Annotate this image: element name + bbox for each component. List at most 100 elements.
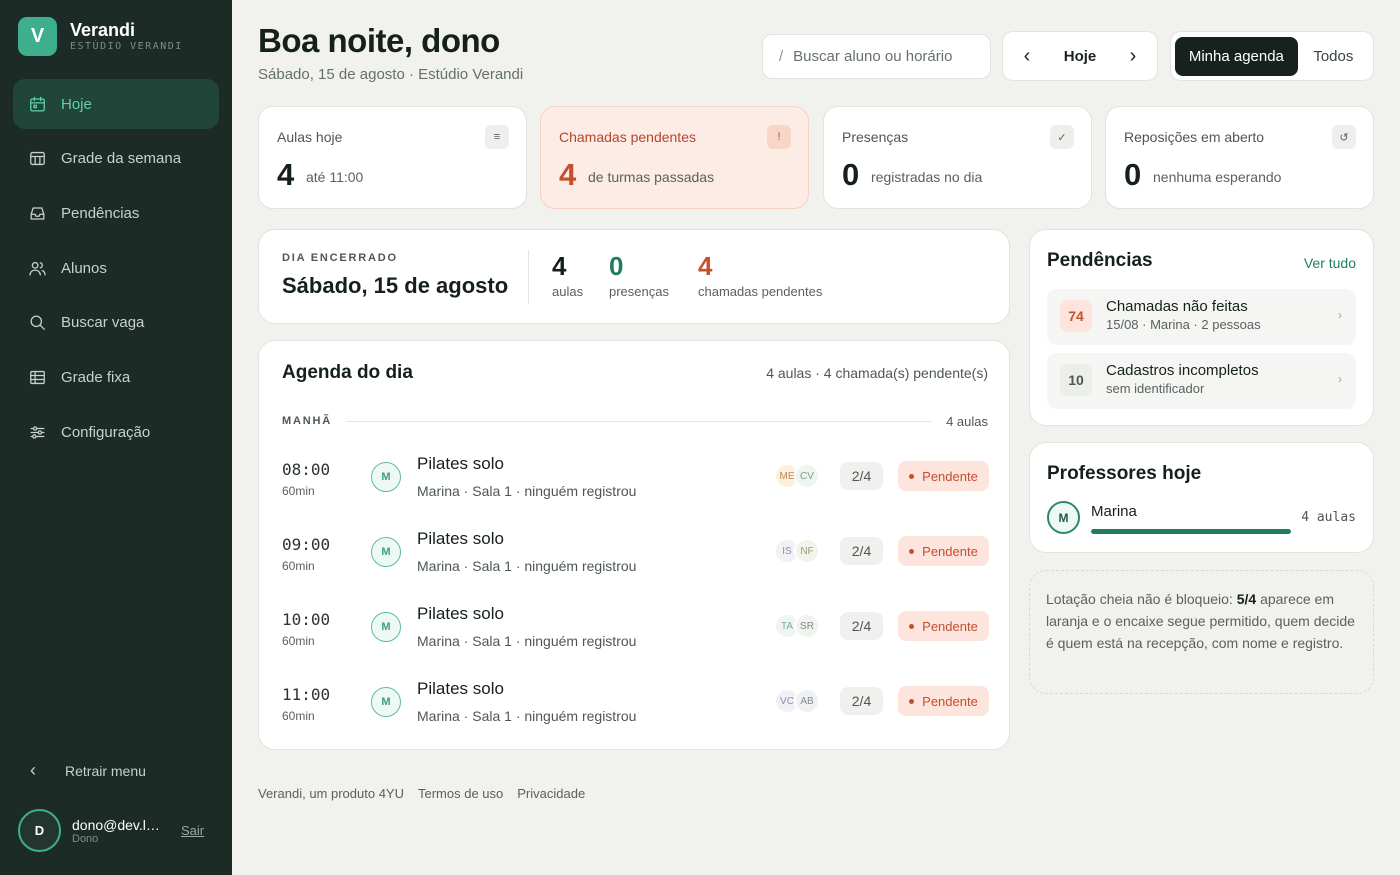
stat-label: Reposições em aberto xyxy=(1124,129,1265,145)
slot-duration: 60min xyxy=(282,484,315,498)
sidebar-item-alunos[interactable]: Alunos xyxy=(13,243,219,293)
period-label: MANHÃ xyxy=(282,415,332,427)
agenda-slot[interactable]: 08:00 60min M Pilates solo Marina · Sala… xyxy=(282,454,989,512)
stat-card-reposicoes[interactable]: Reposições em aberto ↺ 0 nenhuma esperan… xyxy=(1105,106,1374,209)
status-badge: Pendente xyxy=(898,461,989,491)
pendencia-title: Chamadas não feitas xyxy=(1106,298,1248,315)
divider xyxy=(345,420,933,422)
agenda-summary: 4 aulas · 4 chamada(s) pendente(s) xyxy=(766,365,988,381)
student-avatars: TA SR xyxy=(774,613,822,639)
stat-note: registradas no dia xyxy=(871,169,983,185)
stat-card-chamadas-pendentes[interactable]: Chamadas pendentes ! 4 de turmas passada… xyxy=(540,106,809,209)
slot-duration: 60min xyxy=(282,709,315,723)
teacher-name[interactable]: Marina xyxy=(1091,503,1137,520)
footer-product: Verandi, um produto 4YU xyxy=(258,786,404,801)
slot-duration: 60min xyxy=(282,559,315,573)
pendencia-count: 10 xyxy=(1060,364,1092,396)
slot-time: 08:00 xyxy=(282,460,331,479)
sidebar-item-pendencias[interactable]: Pendências xyxy=(13,188,219,238)
table-icon xyxy=(27,367,47,387)
chevron-right-icon: › xyxy=(1338,372,1342,386)
sidebar-item-label: Pendências xyxy=(61,204,140,222)
agenda-title: Agenda do dia xyxy=(282,362,413,383)
status-dot-icon xyxy=(909,698,915,704)
slot-time: 09:00 xyxy=(282,535,331,554)
capacity-badge: 2/4 xyxy=(840,462,883,490)
stat-card-aulas-hoje[interactable]: Aulas hoje ≡ 4 até 11:00 xyxy=(258,106,527,209)
sidebar: V Verandi ESTÚDIO VERANDI Hoje Grade da … xyxy=(0,0,232,875)
chevron-left-icon[interactable]: ‹ xyxy=(1017,45,1037,68)
week-grid-icon xyxy=(27,149,47,169)
chevron-right-icon[interactable]: › xyxy=(1123,45,1143,68)
collapse-menu-button[interactable]: ‹ Retrair menu xyxy=(30,760,146,781)
metric-label: presenças xyxy=(609,284,669,299)
pendencias-title: Pendências xyxy=(1047,250,1153,271)
sidebar-item-buscar-vaga[interactable]: Buscar vaga xyxy=(13,298,219,348)
metric-value: 4 xyxy=(552,251,567,281)
stat-note: até 11:00 xyxy=(306,169,364,185)
metric-chamadas-pendentes: 4 chamadas pendentes xyxy=(698,250,822,299)
agenda-slot[interactable]: 11:00 60min M Pilates solo Marina · Sala… xyxy=(282,679,989,737)
note-highlight: 5/4 xyxy=(1236,591,1257,607)
terms-link[interactable]: Termos de uso xyxy=(418,786,503,801)
page-title: Boa noite, dono xyxy=(258,22,500,59)
sidebar-item-label: Grade fixa xyxy=(61,368,131,386)
metric-value: 0 xyxy=(609,251,624,281)
status-label: Pendente xyxy=(922,618,978,634)
scope-my-agenda-button[interactable]: Minha agenda xyxy=(1175,36,1298,76)
pendencia-item[interactable]: 10 Cadastros incompletos sem identificad… xyxy=(1047,353,1356,409)
scope-all-button[interactable]: Todos xyxy=(1298,37,1369,76)
class-meta: Marina · Sala 1 · ninguém registrou xyxy=(417,483,637,499)
teacher-avatar: M xyxy=(371,612,401,642)
note-text: Lotação cheia não é bloqueio: xyxy=(1046,591,1237,607)
sidebar-item-hoje[interactable]: Hoje xyxy=(13,79,219,129)
teacher-load-bar xyxy=(1091,529,1291,534)
avatar[interactable]: D xyxy=(18,809,61,852)
sidebar-item-configuracao[interactable]: Configuração xyxy=(13,407,219,457)
agenda-slot[interactable]: 09:00 60min M Pilates solo Marina · Sala… xyxy=(282,529,989,587)
calendar-icon xyxy=(27,94,47,114)
privacy-link[interactable]: Privacidade xyxy=(517,786,585,801)
brand-logo: V xyxy=(18,17,57,56)
date-navigator: ‹ Hoje › xyxy=(1002,31,1158,81)
stat-note: nenhuma esperando xyxy=(1153,169,1282,185)
sidebar-nav: Hoje Grade da semana Pendências Alunos B… xyxy=(13,79,219,462)
list-icon: ≡ xyxy=(485,125,509,149)
brand[interactable]: V Verandi ESTÚDIO VERANDI xyxy=(18,17,183,56)
metric-presencas: 0 presenças xyxy=(609,250,669,299)
see-all-link[interactable]: Ver tudo xyxy=(1304,255,1356,271)
pendencia-item[interactable]: 74 Chamadas não feitas 15/08 · Marina · … xyxy=(1047,289,1356,345)
student-avatars: ME CV xyxy=(774,463,822,489)
class-name: Pilates solo xyxy=(417,529,504,548)
pendencias-card: Pendências Ver tudo 74 Chamadas não feit… xyxy=(1029,229,1374,426)
sidebar-item-label: Buscar vaga xyxy=(61,314,145,332)
student-avatars: VC AB xyxy=(774,688,822,714)
student-avatar: NF xyxy=(794,538,820,564)
class-name: Pilates solo xyxy=(417,679,504,698)
capacity-badge: 2/4 xyxy=(840,537,883,565)
logout-link[interactable]: Sair xyxy=(181,823,204,838)
stat-value: 0 xyxy=(842,157,860,192)
period-count: 4 aulas xyxy=(946,413,988,429)
day-summary-card: DIA ENCERRADO Sábado, 15 de agosto 4 aul… xyxy=(258,229,1010,324)
status-dot-icon xyxy=(909,473,915,479)
sidebar-item-label: Hoje xyxy=(61,95,92,113)
status-dot-icon xyxy=(909,623,915,629)
sidebar-item-grade-fixa[interactable]: Grade fixa xyxy=(13,352,219,402)
class-name: Pilates solo xyxy=(417,454,504,473)
agenda-slot[interactable]: 10:00 60min M Pilates solo Marina · Sala… xyxy=(282,604,989,662)
sidebar-item-grade-da-semana[interactable]: Grade da semana xyxy=(13,134,219,184)
class-meta: Marina · Sala 1 · ninguém registrou xyxy=(417,633,637,649)
search-input[interactable]: / Buscar aluno ou horário xyxy=(762,34,991,79)
stat-card-presencas[interactable]: Presenças ✓ 0 registradas no dia xyxy=(823,106,1092,209)
footer: Verandi, um produto 4YU Termos de uso Pr… xyxy=(258,786,599,801)
sliders-icon xyxy=(27,422,47,442)
sidebar-item-label: Configuração xyxy=(61,423,151,441)
today-button[interactable]: Hoje xyxy=(1064,48,1097,65)
class-name: Pilates solo xyxy=(417,604,504,623)
day-status: DIA ENCERRADO xyxy=(282,252,398,264)
teachers-card: Professores hoje M Marina 4 aulas xyxy=(1029,442,1374,553)
agenda-scope-toggle: Minha agenda Todos xyxy=(1170,31,1374,81)
agenda-card: Agenda do dia 4 aulas · 4 chamada(s) pen… xyxy=(258,340,1010,750)
capacity-badge: 2/4 xyxy=(840,612,883,640)
